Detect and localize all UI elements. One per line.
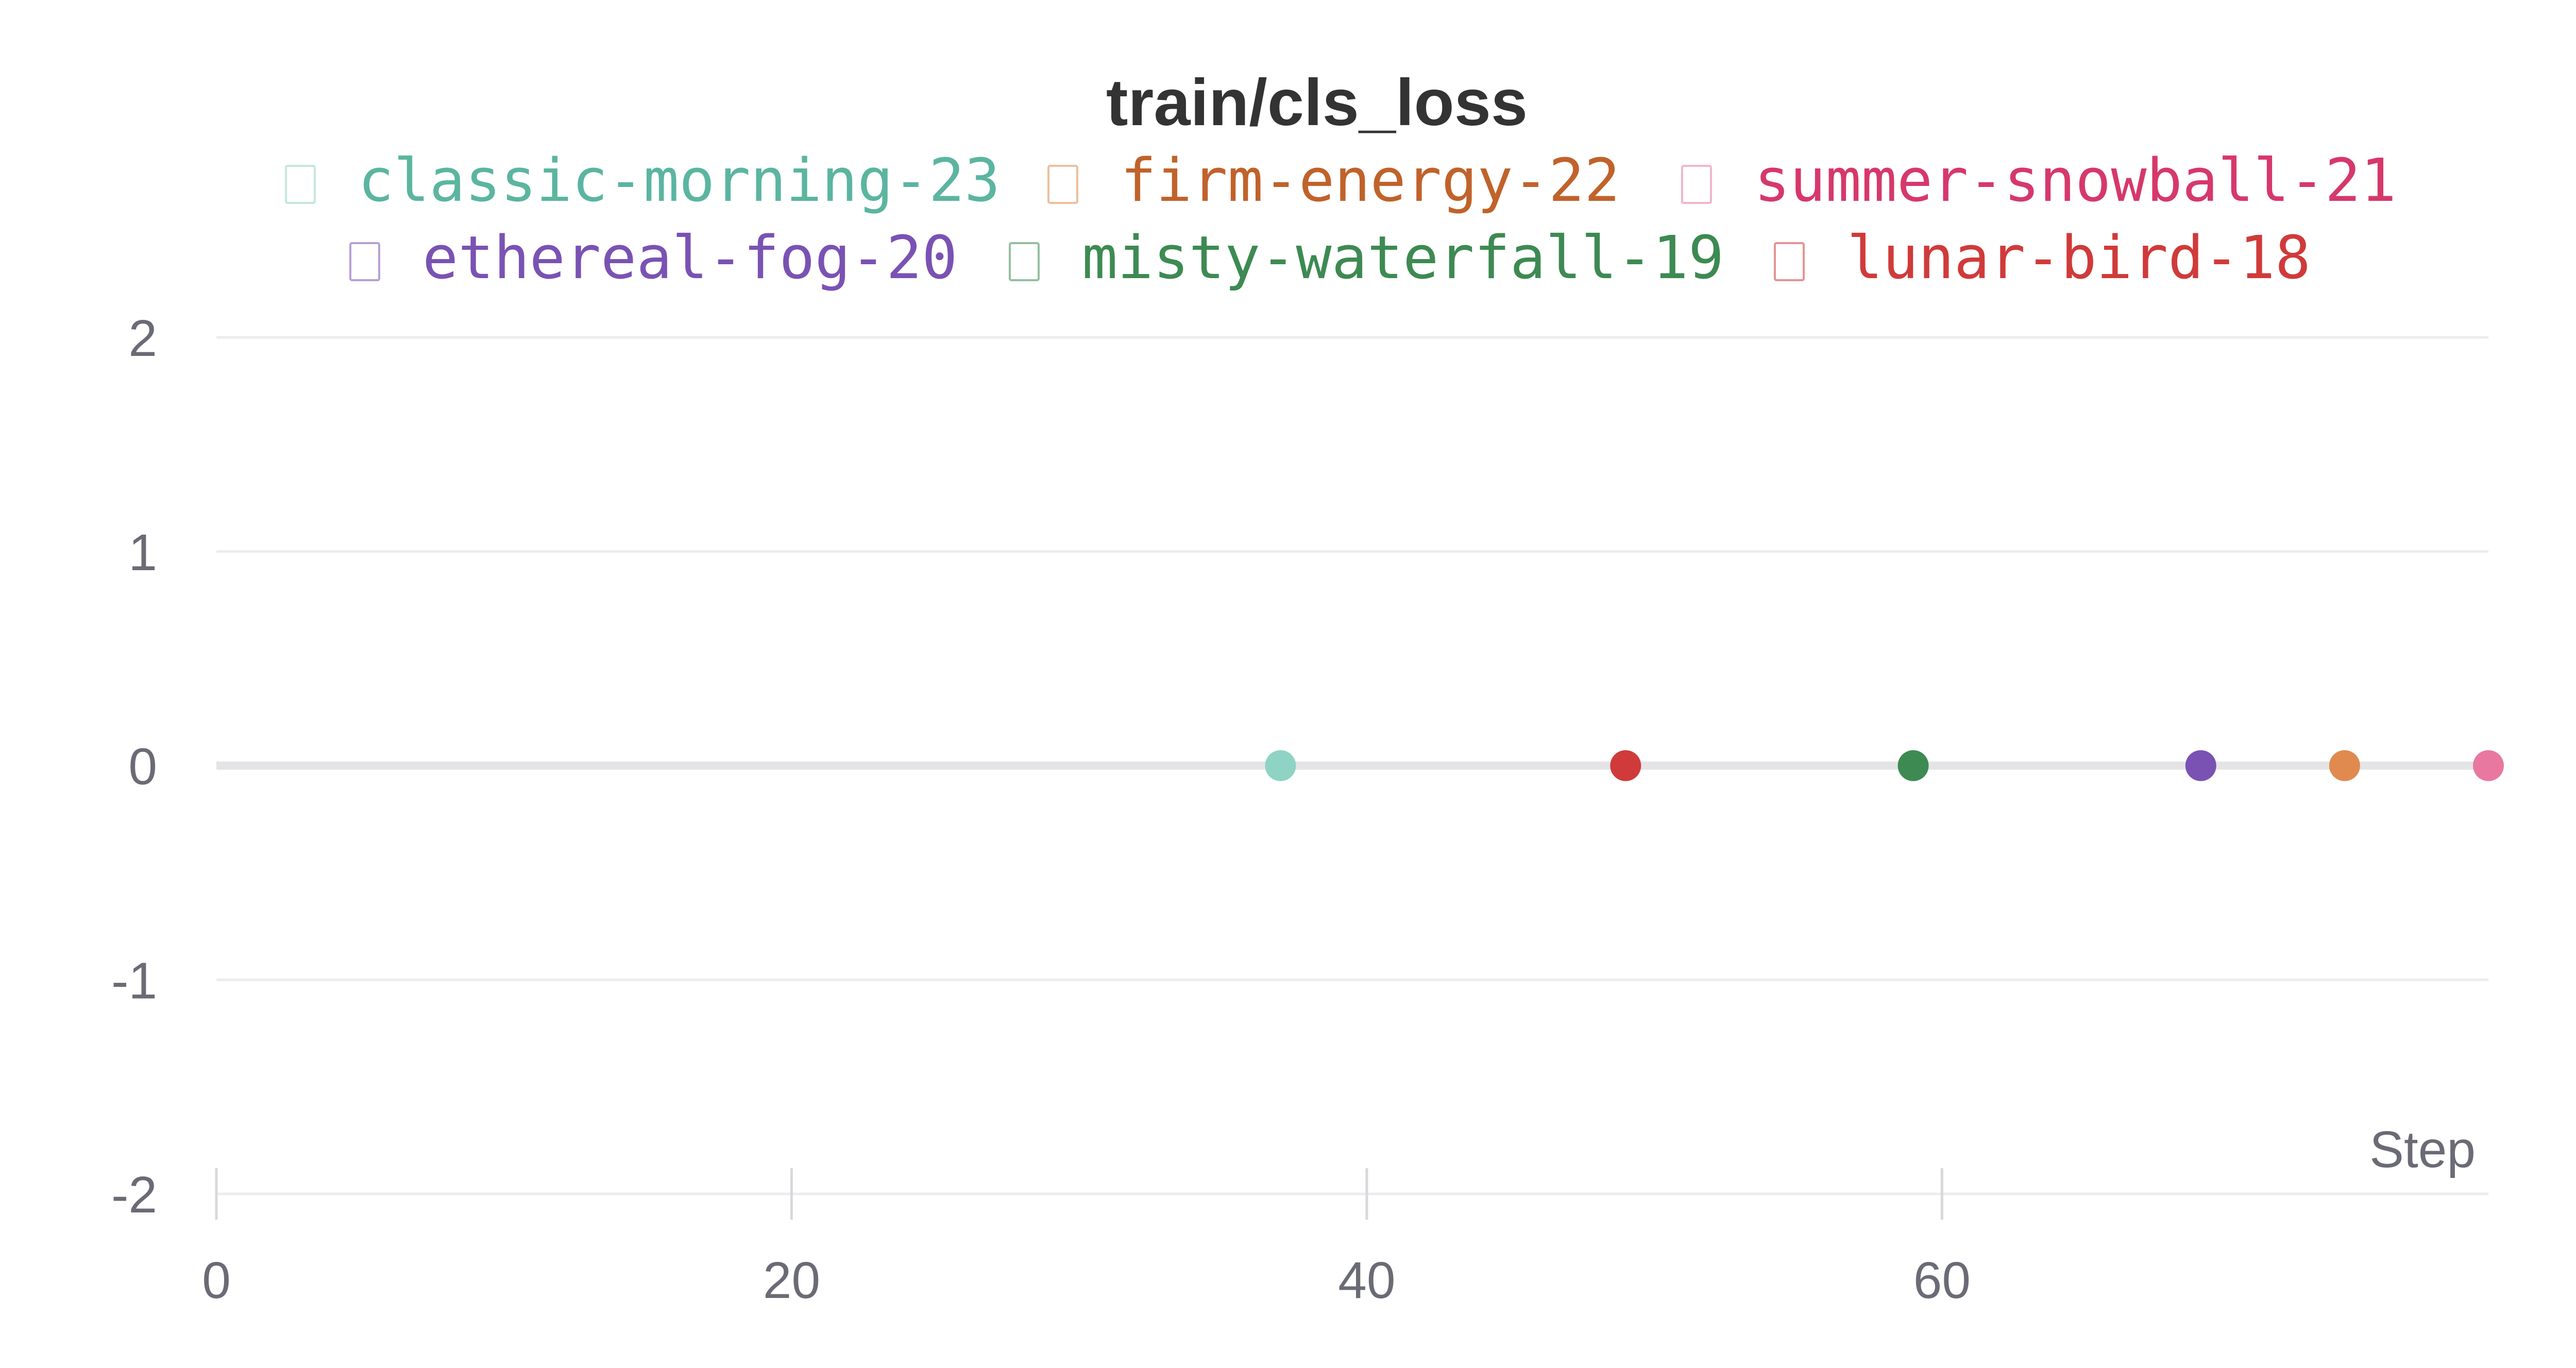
legend-label: classic-morning-23 [358, 146, 1000, 215]
legend-label: misty-waterfall-19 [1082, 224, 1724, 293]
data-point-firm-energy-22[interactable] [2329, 750, 2360, 781]
legend-item-lunar-bird-18[interactable]: lunar-bird-18 [1774, 224, 2311, 293]
legend-swatch [1009, 242, 1040, 281]
x-tick-label: 0 [202, 1252, 231, 1309]
y-tick-label: 0 [128, 738, 157, 796]
legend-label: ethereal-fog-20 [422, 224, 958, 293]
legend-swatch [1774, 242, 1805, 281]
y-tick-label: 2 [128, 310, 157, 367]
y-tick-label: 1 [128, 524, 157, 582]
chart: train/cls_loss classic-morning-23 firm-en… [111, 66, 2504, 1309]
y-tick-label: -2 [111, 1166, 157, 1224]
x-axis-label: Step [2369, 1121, 2476, 1178]
chart-title: train/cls_loss [1106, 66, 1528, 140]
legend-label: lunar-bird-18 [1847, 224, 2311, 293]
x-tick-label: 20 [763, 1252, 820, 1309]
y-tick-label: -1 [111, 952, 157, 1010]
data-point-lunar-bird-18[interactable] [1610, 750, 1641, 781]
legend-swatch [1047, 165, 1078, 204]
data-point-classic-morning-23[interactable] [1265, 750, 1296, 781]
legend-swatch [349, 242, 380, 281]
legend-label: firm-energy-22 [1121, 146, 1620, 215]
legend-item-firm-energy-22[interactable]: firm-energy-22 [1047, 146, 1620, 215]
axes: 2 1 0 -1 -2 0 20 40 60 [111, 310, 1971, 1309]
grid [216, 336, 2488, 1195]
legend-item-classic-morning-23[interactable]: classic-morning-23 [285, 146, 1000, 215]
legend-item-summer-snowball-21[interactable]: summer-snowball-21 [1681, 146, 2396, 215]
legend-item-ethereal-fog-20[interactable]: ethereal-fog-20 [349, 224, 958, 293]
legend-label: summer-snowball-21 [1754, 146, 2396, 215]
data-point-misty-waterfall-19[interactable] [1897, 750, 1929, 781]
data-point-summer-snowball-21[interactable] [2473, 750, 2504, 781]
legend-item-misty-waterfall-19[interactable]: misty-waterfall-19 [1009, 224, 1724, 293]
data-point-ethereal-fog-20[interactable] [2185, 750, 2216, 781]
legend-swatch [1681, 165, 1712, 204]
legend[interactable]: classic-morning-23 firm-energy-22 summer-s… [285, 146, 2396, 293]
x-tick-label: 40 [1338, 1252, 1395, 1309]
x-tick-label: 60 [1913, 1252, 1971, 1309]
legend-swatch [285, 165, 316, 204]
